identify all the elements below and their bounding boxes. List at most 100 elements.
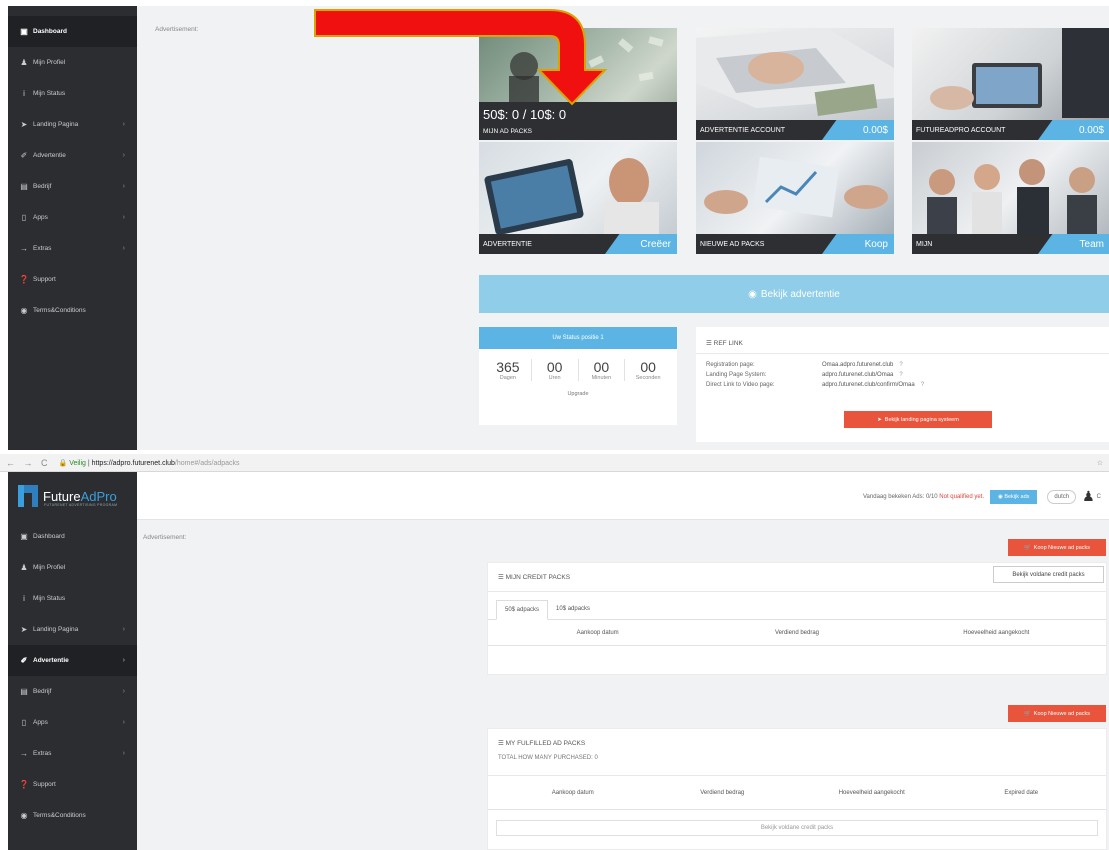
buy-ad-packs-button[interactable]: 🛒 Koop Nieuwe ad packs bbox=[1008, 539, 1106, 556]
sidebar-item-terms-conditions[interactable]: ◉ Terms&Conditions bbox=[8, 295, 137, 326]
help-icon[interactable]: ? bbox=[899, 362, 902, 372]
timer-cell: 00 Minuten bbox=[579, 359, 626, 381]
cart-icon: 🛒 bbox=[1023, 710, 1031, 717]
tile-advertentie[interactable]: ADVERTENTIE Creëer bbox=[479, 142, 677, 254]
upgrade-link[interactable]: Upgrade bbox=[479, 391, 677, 397]
timer-value: 00 bbox=[546, 359, 563, 375]
chevron-right-icon: › bbox=[122, 719, 125, 726]
credit-title: MIJN CREDIT PACKS bbox=[505, 574, 571, 581]
sidebar-item-advertentie[interactable]: ✐ Advertentie › bbox=[8, 645, 137, 676]
view-fulfilled-credit-packs-button[interactable]: Bekijk voldane credit packs bbox=[993, 566, 1104, 583]
cart-icon: 🛒 bbox=[1023, 544, 1031, 551]
mobile-icon: ▯ bbox=[21, 213, 27, 222]
sidebar-item-label: Terms&Conditions bbox=[33, 812, 86, 819]
tile-blue-value: 0.00$ bbox=[862, 125, 888, 136]
sidebar-item-mijn-status[interactable]: i Mijn Status bbox=[8, 78, 137, 109]
tab-10-adpacks[interactable]: 10$ adpacks bbox=[548, 600, 598, 619]
tile-blue-value: 0.00$ bbox=[1078, 125, 1104, 136]
sidebar-item-dashboard[interactable]: ▣ Dashboard bbox=[8, 16, 137, 47]
sidebar-item-extras[interactable]: → Extras › bbox=[8, 233, 137, 264]
sidebar-item-landing-pagina[interactable]: ➤ Landing Pagina › bbox=[8, 109, 137, 140]
view-landing-system-button[interactable]: ➤ Bekijk landing pagina systeem bbox=[844, 411, 992, 428]
red-arrow-annotation bbox=[314, 9, 608, 106]
fulfilled-title: MY FULFILLED AD PACKS bbox=[505, 740, 586, 747]
sidebar-item-landing-pagina[interactable]: ➤ Landing Pagina › bbox=[8, 614, 137, 645]
bottom-sidebar: ▣ Dashboard ♟ Mijn Profiel i Mijn Status ➤ Land… bbox=[8, 520, 137, 850]
logo[interactable]: FutureAdPro FUTURENET ADVERTISING PROGRA… bbox=[8, 472, 137, 520]
sidebar-item-label: Advertentie bbox=[33, 657, 69, 664]
sidebar-item-bedrijf[interactable]: ▤ Bedrijf › bbox=[8, 171, 137, 202]
user-avatar-icon[interactable]: ♟ bbox=[1082, 488, 1095, 505]
help-icon[interactable]: ? bbox=[899, 372, 902, 382]
sidebar-item-label: Bedrijf bbox=[33, 688, 52, 695]
language-select[interactable]: dutch bbox=[1047, 489, 1077, 504]
sidebar-item-label: Mijn Status bbox=[33, 595, 66, 602]
buy-ad-packs-button-2[interactable]: 🛒 Koop Nieuwe ad packs bbox=[1008, 705, 1106, 722]
view-ad-button[interactable]: ◉ Bekijk advertentie bbox=[479, 275, 1109, 313]
ref-link[interactable]: adpro.futurenet.club/Omaa bbox=[822, 372, 893, 382]
sidebar-item-terms-conditions[interactable]: ◉ Terms&Conditions bbox=[8, 800, 137, 831]
ref-link[interactable]: adpro.futurenet.club/confirm/Omaa bbox=[822, 382, 915, 392]
dashboard-icon: ▣ bbox=[20, 532, 28, 541]
sidebar-item-label: Dashboard bbox=[33, 28, 67, 35]
ref-key: Direct Link to Video page: bbox=[706, 382, 775, 388]
sidebar-item-bedrijf[interactable]: ▤ Bedrijf › bbox=[8, 676, 137, 707]
tile-ad-account[interactable]: ADVERTENTIE ACCOUNT 0.00$ bbox=[696, 28, 894, 140]
credit-table-header: Aankoop datum Verdiend bedrag Hoeveelheid … bbox=[488, 620, 1106, 646]
send-icon: ➤ bbox=[20, 120, 28, 129]
sidebar-item-apps[interactable]: ▯ Apps › bbox=[8, 707, 137, 738]
help-icon[interactable]: ? bbox=[921, 382, 924, 392]
tile-caption: NIEUWE AD PACKS bbox=[700, 241, 765, 248]
list-icon: ☰ bbox=[498, 574, 506, 581]
ref-key: Registration page: bbox=[706, 362, 755, 368]
chevron-right-icon: › bbox=[122, 626, 125, 633]
fulfilled-packs-card: ☰ MY FULFILLED AD PACKS TOTAL HOW MANY P… bbox=[487, 728, 1107, 850]
view-ads-button[interactable]: ◉ Bekijk ads bbox=[990, 489, 1038, 504]
list-icon: ☰ bbox=[498, 740, 506, 747]
bookmark-star-icon[interactable]: ☆ bbox=[1097, 459, 1103, 467]
column-header: Expired date bbox=[1004, 789, 1039, 796]
sidebar-item-advertentie[interactable]: ✐ Advertentie › bbox=[8, 140, 137, 171]
info-icon: i bbox=[23, 594, 25, 603]
sidebar-item-extras[interactable]: → Extras › bbox=[8, 738, 137, 769]
sidebar-item-mijn-profiel[interactable]: ♟ Mijn Profiel bbox=[8, 552, 137, 583]
sidebar-item-label: Terms&Conditions bbox=[33, 307, 86, 314]
status-header: Uw Status positie 1 bbox=[479, 327, 677, 349]
support-icon: ❓ bbox=[19, 275, 29, 284]
tile-new-ad-packs[interactable]: NIEUWE AD PACKS Koop bbox=[696, 142, 894, 254]
tile-caption: FUTUREADPRO ACCOUNT bbox=[916, 127, 1006, 134]
screenshot-root: ▣ Dashboard ♟ Mijn Profiel i Mijn Status ➤ Land… bbox=[0, 0, 1109, 850]
timer-cell: 00 Seconden bbox=[625, 359, 671, 381]
timer-cell: 365 Dagen bbox=[485, 359, 532, 381]
sidebar-item-support[interactable]: ❓ Support bbox=[8, 264, 137, 295]
sidebar-item-label: Landing Pagina bbox=[33, 626, 79, 633]
tile-my-team[interactable]: MIJN Team bbox=[912, 142, 1109, 254]
chevron-right-icon: › bbox=[122, 214, 125, 221]
ref-key: Landing Page System: bbox=[706, 372, 767, 378]
sidebar-item-label: Support bbox=[33, 781, 56, 788]
header-right: Vandaag bekeken Ads: 0/10 Not qualified … bbox=[863, 488, 1101, 505]
app-header: FutureAdPro FUTURENET ADVERTISING PROGRA… bbox=[8, 472, 1109, 520]
tile-futureadpro-account[interactable]: FUTUREADPRO ACCOUNT 0.00$ bbox=[912, 28, 1109, 140]
sidebar-item-dashboard[interactable]: ▣ Dashboard bbox=[8, 521, 137, 552]
chevron-right-icon: › bbox=[122, 245, 125, 252]
browser-chrome: ← → C 🔒 Veilig | https://adpro.futurenet… bbox=[0, 454, 1109, 472]
sidebar-item-label: Apps bbox=[33, 214, 48, 221]
ref-link[interactable]: Omaa.adpro.futurenet.club bbox=[822, 362, 893, 372]
tab-50-adpacks[interactable]: 50$ adpacks bbox=[496, 600, 549, 620]
logo-mark-icon bbox=[18, 485, 38, 507]
sidebar-item-apps[interactable]: ▯ Apps › bbox=[8, 202, 137, 233]
status-timer: 365 Dagen 00 Uren 00 Minuten 00 Seconden bbox=[479, 349, 677, 381]
user-initial: C bbox=[1096, 493, 1101, 500]
address-bar[interactable]: 🔒 Veilig | https://adpro.futurenet.club/… bbox=[59, 459, 240, 467]
column-header: Verdiend bedrag bbox=[774, 629, 820, 636]
sidebar-item-support[interactable]: ❓ Support bbox=[8, 769, 137, 800]
sidebar-item-mijn-profiel[interactable]: ♟ Mijn Profiel bbox=[8, 47, 137, 78]
ref-row: Registration page: Omaa.adpro.futurenet.c… bbox=[696, 362, 1109, 372]
timer-cell: 00 Uren bbox=[532, 359, 579, 381]
browser-nav-icons[interactable]: ← → C bbox=[6, 458, 51, 468]
sidebar-item-mijn-status[interactable]: i Mijn Status bbox=[8, 583, 137, 614]
logo-subtitle: FUTURENET ADVERTISING PROGRAM bbox=[44, 503, 118, 507]
view-fulfilled-credit-packs-button-2[interactable]: Bekijk voldane credit packs bbox=[496, 820, 1098, 836]
top-sidebar: ▣ Dashboard ♟ Mijn Profiel i Mijn Status ➤ Land… bbox=[8, 6, 137, 450]
